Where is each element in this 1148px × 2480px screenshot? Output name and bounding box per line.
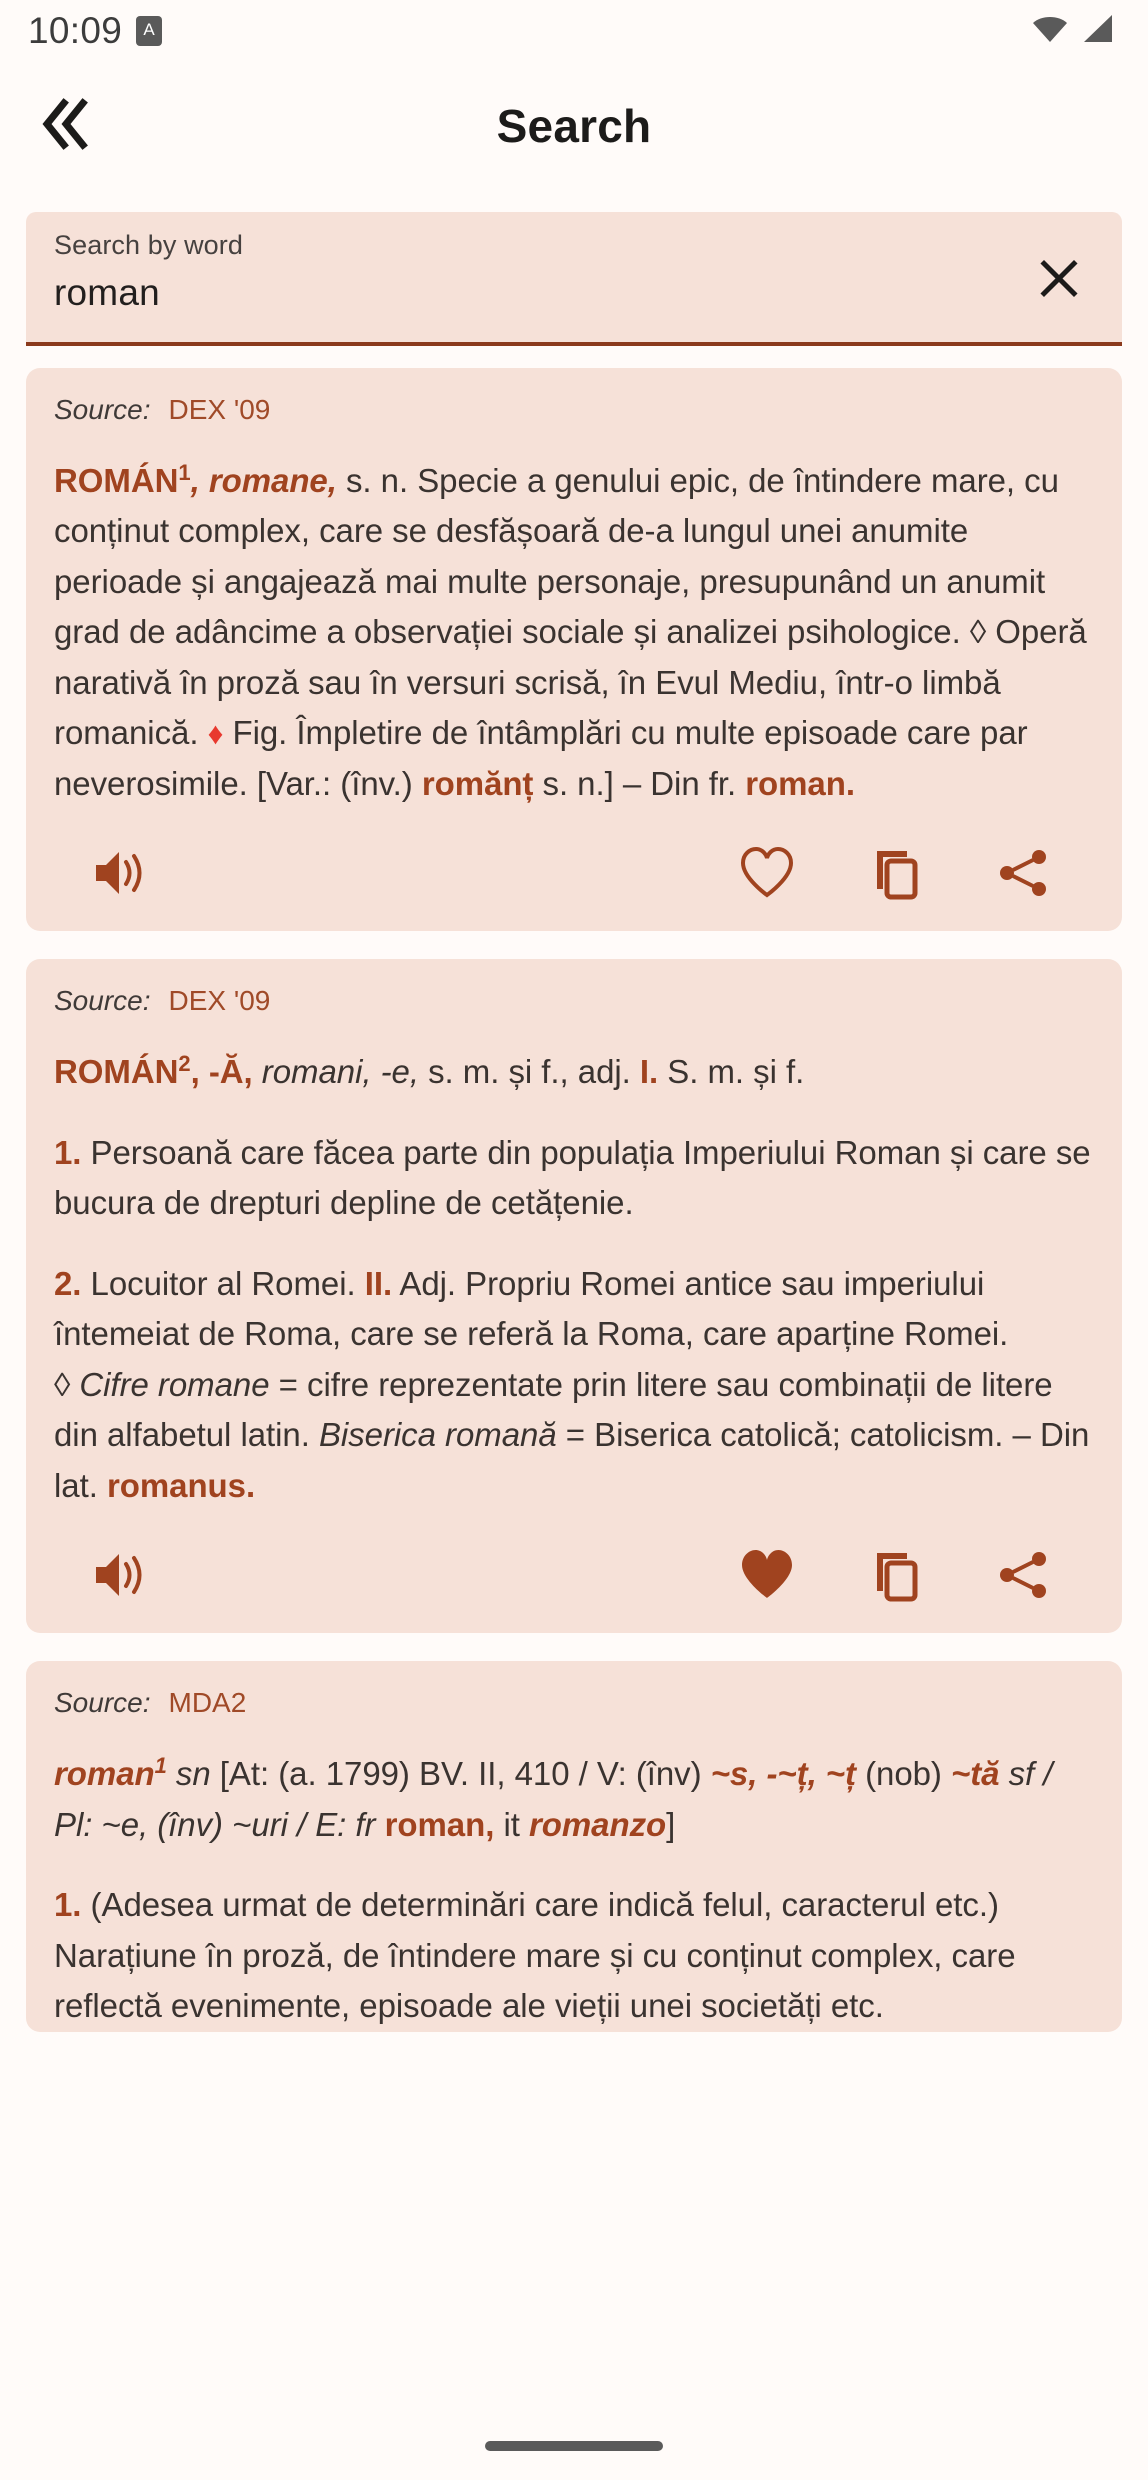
headword: roman <box>54 1755 155 1793</box>
roman-numeral-1: I. <box>639 1053 659 1091</box>
share-icon <box>995 1547 1051 1608</box>
phrase-2: Biserica romană <box>318 1416 557 1454</box>
source-name[interactable]: DEX '09 <box>169 985 271 1017</box>
grammar-tag: s. n. <box>336 462 418 499</box>
heart-icon <box>738 1547 796 1608</box>
variant-forms-2: ~tă <box>951 1755 1000 1793</box>
attestation-open: [At: (a. 1799) BV. II, 410 / V: (înv) <box>219 1755 711 1793</box>
etymology-mid: it <box>494 1805 529 1843</box>
favorite-button[interactable] <box>724 832 810 918</box>
status-bar-left: 10:09 A <box>28 10 163 52</box>
source-row: Source: DEX '09 <box>54 985 1094 1017</box>
definition-text: ROMÁN2, -Ă, romani, -e, s. m. și f., adj… <box>54 1047 1094 1511</box>
etymology: romanus. <box>106 1466 256 1504</box>
search-input[interactable]: roman <box>54 272 1098 314</box>
headword: ROMÁN <box>54 1053 179 1091</box>
hollow-diamond-icon: ◊ <box>969 613 987 651</box>
grammar-tag: s. m. și f., adj. <box>418 1053 640 1091</box>
speaker-icon <box>90 1547 152 1608</box>
source-name[interactable]: DEX '09 <box>169 394 271 426</box>
feminine-form: , -Ă, <box>190 1053 253 1091</box>
share-button[interactable] <box>980 832 1066 918</box>
headword-superscript: 1 <box>178 460 191 485</box>
status-clock: 10:09 <box>28 10 123 51</box>
definition-text: roman1 sn [At: (a. 1799) BV. II, 410 / V… <box>54 1749 1094 2031</box>
sense-1-text: Persoană care făcea parte din populația … <box>54 1133 1091 1222</box>
etymology: roman. <box>745 764 855 802</box>
clear-search-button[interactable] <box>1024 246 1094 316</box>
card-actions <box>54 1521 1094 1633</box>
copy-button[interactable] <box>852 832 938 918</box>
result-card[interactable]: Source: DEX '09 ROMÁN1, romane, s. n. Sp… <box>26 368 1122 932</box>
solid-diamond-icon: ♦ <box>207 716 224 752</box>
search-field[interactable]: Search by word roman <box>26 212 1122 346</box>
gesture-navigation-bar <box>0 2412 1148 2480</box>
app-bar: Search <box>0 62 1148 190</box>
pronounce-button[interactable] <box>78 1534 164 1620</box>
source-row: Source: DEX '09 <box>54 394 1094 426</box>
copy-icon <box>867 845 923 906</box>
results-scroll-area[interactable]: Source: DEX '09 ROMÁN1, romane, s. n. Sp… <box>0 346 1148 2480</box>
phrase-1: Cifre romane <box>79 1365 270 1403</box>
result-card[interactable]: Source: MDA2 roman1 sn [At: (a. 1799) BV… <box>26 1661 1122 2032</box>
hollow-diamond-icon: ◊ <box>54 1365 71 1403</box>
definition-text: ROMÁN1, romane, s. n. Specie a genului e… <box>54 456 1094 809</box>
sense-number-1: 1. <box>54 1886 82 1924</box>
etymology-1: roman, <box>384 1805 495 1843</box>
source-row: Source: MDA2 <box>54 1687 1094 1719</box>
sense-number-1: 1. <box>54 1133 82 1171</box>
grammar-tag-2: S. m. și f. <box>658 1053 805 1091</box>
share-icon <box>995 845 1051 906</box>
sense-1-text: (Adesea urmat de determinări care indică… <box>54 1886 1016 2025</box>
double-chevron-left-icon <box>38 97 94 156</box>
source-label: Source: <box>54 394 151 425</box>
gesture-home-handle[interactable] <box>485 2441 663 2451</box>
sense-4-text: s. n.] – Din fr. <box>533 764 746 802</box>
headword-superscript: 1 <box>154 1753 167 1779</box>
variant-forms-1: ~s, -~ț, ~ț <box>710 1755 856 1793</box>
status-bar: 10:09 A <box>0 0 1148 62</box>
speaker-icon <box>90 845 152 906</box>
source-name[interactable]: MDA2 <box>169 1687 247 1719</box>
results-list: Source: DEX '09 ROMÁN1, romane, s. n. Sp… <box>0 368 1148 2032</box>
source-label: Source: <box>54 1687 151 1719</box>
result-card[interactable]: Source: DEX '09 ROMÁN2, -Ă, romani, -e, … <box>26 959 1122 1634</box>
headword-superscript: 2 <box>178 1051 191 1077</box>
share-button[interactable] <box>980 1534 1066 1620</box>
source-label: Source: <box>54 985 151 1017</box>
cell-signal-icon <box>1082 14 1114 49</box>
inflection-forms: , romane, <box>190 462 337 499</box>
page-title: Search <box>496 100 652 152</box>
status-bar-right <box>1031 14 1114 49</box>
sense-2a-text: Locuitor al Romei. <box>81 1264 365 1302</box>
back-button[interactable] <box>14 97 118 156</box>
nob-tag: (nob) <box>855 1755 951 1793</box>
sense-number-2: 2. <box>54 1264 82 1302</box>
app-notification-badge-icon: A <box>136 16 163 46</box>
copy-icon <box>867 1547 923 1608</box>
card-actions <box>54 819 1094 931</box>
grammar-tag: sn <box>166 1755 220 1793</box>
etymology-2: romanzo <box>528 1805 667 1843</box>
favorite-button[interactable] <box>724 1534 810 1620</box>
close-icon <box>1035 254 1083 307</box>
attestation-close: ] <box>666 1805 676 1843</box>
headword: ROMÁN <box>54 462 179 499</box>
inflection-forms: romani, -e, <box>252 1053 419 1091</box>
wifi-icon <box>1031 14 1069 49</box>
variant-form: romănț <box>421 764 534 802</box>
copy-button[interactable] <box>852 1534 938 1620</box>
pronounce-button[interactable] <box>78 832 164 918</box>
heart-icon <box>738 845 796 906</box>
roman-numeral-2: II. <box>364 1264 393 1302</box>
search-input-label: Search by word <box>54 230 243 260</box>
